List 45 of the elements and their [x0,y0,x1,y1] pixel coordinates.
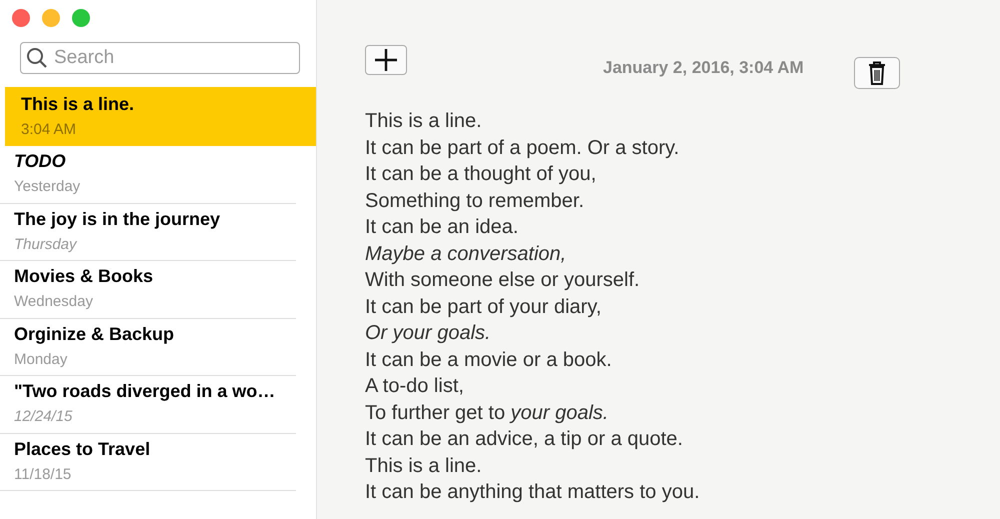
note-line: Maybe a conversation, [365,242,568,266]
note-line: It can be part of your diary, [365,294,602,320]
note-line: It can be a movie or a book. [365,348,613,372]
note-line: Or your goals. [365,321,492,346]
note-date: 11/18/15 [14,466,72,482]
note-date: January 2, 2016, 3:04 AM [603,58,804,78]
note-line: It can be an idea. [365,215,520,240]
note-item[interactable]: Orginize & Backup Monday [0,318,296,376]
note-date: Monday [14,350,68,368]
delete-button[interactable] [854,57,900,89]
note-item[interactable]: The joy is in the journey Thursday [0,204,296,261]
note-title: The joy is in the journey [14,208,222,230]
new-note-button[interactable] [365,45,407,75]
trash-icon [866,61,887,85]
minimize-button[interactable] [42,9,60,27]
note-date: Yesterday [14,178,82,195]
close-button[interactable] [12,9,30,27]
note-line: Something to remember. [365,188,585,214]
note-item[interactable]: Movies & Books Wednesday [0,261,296,318]
note-line: It can be an advice, a tip or a quote. [365,427,684,452]
note-title: Places to Travel [14,438,152,460]
note-date: 12/24/15 [14,408,74,425]
note-title: TODO [14,151,67,172]
note-title: Orginize & Backup [14,324,176,344]
note-date: 3:04 AM [21,121,78,138]
note-line: It can be anything that matters to you. [365,480,701,505]
note-line: This is a line. [365,109,483,134]
note-item[interactable]: TODO Yesterday [0,146,296,204]
note-title: "Two roads diverged in a wo… [14,381,276,402]
plus-icon [374,48,398,72]
note-line: It can be a thought of you, [365,162,598,187]
note-line: A to-do list, [365,374,465,399]
note-line: With someone else or yourself. [365,268,641,293]
note-line: This is a line. [365,454,483,478]
note-line: It can be part of a poem. Or a story. [365,136,680,160]
note-item[interactable]: This is a line. 3:04 AM [5,87,316,146]
search-field[interactable]: Search [20,42,300,74]
note-date: Wednesday [14,293,94,310]
note-title: This is a line. [21,94,136,115]
note-title: Movies & Books [14,266,154,287]
note-item[interactable]: "Two roads diverged in a wo… 12/24/15 [0,376,296,434]
note-date: Thursday [14,236,78,252]
zoom-button[interactable] [72,9,90,27]
note-item[interactable]: Places to Travel 11/18/15 [0,434,296,491]
note-line: To further get to your goals. [365,400,610,426]
